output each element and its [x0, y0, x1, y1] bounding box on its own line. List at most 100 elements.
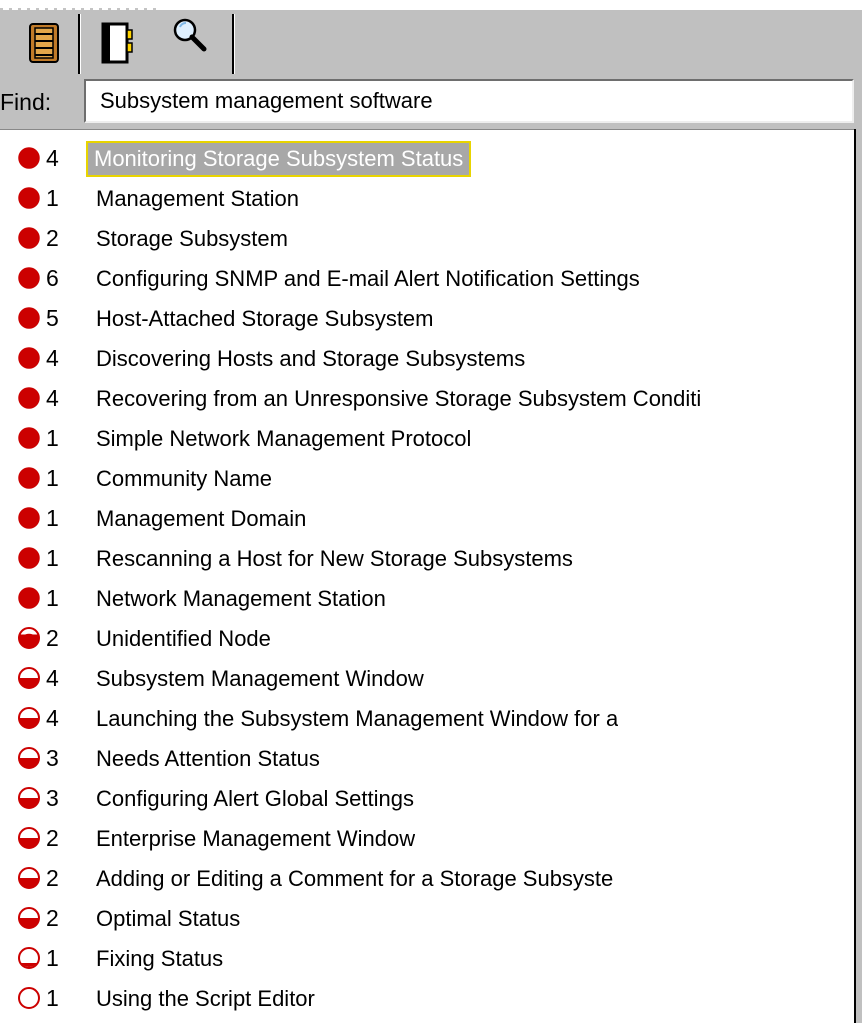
magnifier-icon [173, 18, 207, 51]
result-count: 1 [46, 545, 59, 571]
full-relevance-icon [18, 507, 40, 529]
toolbar-separator [78, 14, 80, 74]
result-title: Enterprise Management Window [96, 826, 416, 851]
full-relevance-icon [18, 347, 40, 369]
result-title: Host-Attached Storage Subsystem [96, 306, 434, 331]
result-count: 2 [46, 625, 59, 651]
search-results-list: 4 Monitoring Storage Subsystem Status 1 Man… [0, 129, 856, 1024]
result-title: Network Management Station [96, 586, 386, 611]
result-item[interactable]: 1 Simple Network Management Protocol [0, 418, 856, 458]
result-count: 1 [46, 985, 59, 1011]
find-row: Find: Subsystem management software [0, 75, 862, 129]
result-count: 1 [46, 465, 59, 491]
result-title: Needs Attention Status [96, 746, 320, 771]
result-item[interactable]: 2 Adding or Editing a Comment for a Stora… [0, 858, 856, 898]
half-relevance-icon [18, 707, 40, 729]
result-item[interactable]: 4 Launching the Subsystem Management Wind… [0, 698, 856, 738]
result-item[interactable]: 1 Management Station [0, 178, 856, 218]
result-title: Unidentified Node [96, 626, 271, 651]
result-count: 5 [46, 305, 59, 331]
result-item[interactable]: 1 Network Management Station [0, 578, 856, 618]
result-title: Subsystem Management Window [96, 666, 424, 691]
toolbar [0, 10, 862, 75]
toolbar-separator [232, 14, 234, 74]
full-relevance-icon [18, 467, 40, 489]
result-title: Management Domain [96, 506, 307, 531]
full-relevance-icon [18, 267, 40, 289]
find-label: Find: [0, 89, 52, 115]
result-item[interactable]: 4 Monitoring Storage Subsystem Status [0, 138, 856, 178]
full-relevance-icon [18, 547, 40, 569]
result-count: 4 [46, 665, 59, 691]
result-item[interactable]: 4 Discovering Hosts and Storage Subsystem… [0, 338, 856, 378]
result-item[interactable]: 1 Rescanning a Host for New Storage Subsy… [0, 538, 856, 578]
full-relevance-icon [18, 307, 40, 329]
result-title: Management Station [96, 186, 300, 211]
result-count: 3 [46, 785, 59, 811]
result-item[interactable]: 3 Needs Attention Status [0, 738, 856, 778]
result-count: 1 [46, 585, 59, 611]
result-item[interactable]: 1 Community Name [0, 458, 856, 498]
result-item[interactable]: 2 Storage Subsystem [0, 218, 856, 258]
book-icon [29, 22, 59, 63]
half-relevance-icon [18, 667, 40, 689]
result-title: Rescanning a Host for New Storage Subsys… [96, 546, 573, 571]
low-relevance-icon [18, 947, 40, 969]
result-item[interactable]: 2 Optimal Status [0, 898, 856, 938]
result-count: 4 [46, 345, 59, 371]
result-title: Monitoring Storage Subsystem Status [86, 141, 472, 177]
result-title: Fixing Status [96, 946, 224, 971]
result-title: Adding or Editing a Comment for a Storag… [96, 866, 614, 891]
vertical-scrollbar[interactable] [854, 129, 862, 1023]
result-count: 2 [46, 865, 59, 891]
result-item[interactable]: 2 Unidentified Node [0, 618, 856, 658]
result-count: 6 [46, 265, 59, 291]
result-title: Configuring Alert Global Settings [96, 786, 414, 811]
find-input[interactable]: Subsystem management software [84, 79, 854, 123]
result-count: 2 [46, 225, 59, 251]
result-item[interactable]: 3 Configuring Alert Global Settings [0, 778, 856, 818]
index-tab-button[interactable] [86, 10, 146, 75]
result-count: 1 [46, 425, 59, 451]
empty-relevance-icon [18, 987, 40, 1009]
result-title: Storage Subsystem [96, 226, 288, 251]
result-count: 4 [46, 145, 59, 171]
result-title: Using the Script Editor [96, 986, 315, 1011]
result-title: Configuring SNMP and E-mail Alert Notifi… [96, 266, 640, 291]
result-item[interactable]: 1 Fixing Status [0, 938, 856, 978]
notebook-icon [101, 22, 133, 63]
result-title: Launching the Subsystem Management Windo… [96, 706, 619, 731]
search-tab-button[interactable] [160, 2, 220, 67]
half-relevance-icon [18, 747, 40, 769]
result-item[interactable]: 5 Host-Attached Storage Subsystem [0, 298, 856, 338]
result-count: 3 [46, 745, 59, 771]
result-item[interactable]: 6 Configuring SNMP and E-mail Alert Notif… [0, 258, 856, 298]
full-relevance-icon [18, 587, 40, 609]
result-item[interactable]: 2 Enterprise Management Window [0, 818, 856, 858]
result-count: 2 [46, 825, 59, 851]
result-item[interactable]: 1 Using the Script Editor [0, 978, 856, 1018]
contents-tab-button[interactable] [14, 10, 74, 75]
full-relevance-icon [18, 147, 40, 169]
full-relevance-icon [18, 427, 40, 449]
result-title: Recovering from an Unresponsive Storage … [96, 386, 702, 411]
result-title: Optimal Status [96, 906, 241, 931]
result-count: 1 [46, 185, 59, 211]
high-relevance-icon [18, 627, 40, 649]
result-item[interactable]: 4 Subsystem Management Window [0, 658, 856, 698]
result-item[interactable]: 4 Recovering from an Unresponsive Storage… [0, 378, 856, 418]
result-count: 4 [46, 705, 59, 731]
result-title: Discovering Hosts and Storage Subsystems [96, 346, 526, 371]
half-relevance-icon [18, 827, 40, 849]
result-count: 2 [46, 905, 59, 931]
top-strip [0, 0, 862, 10]
full-relevance-icon [18, 227, 40, 249]
result-count: 1 [46, 505, 59, 531]
result-count: 1 [46, 945, 59, 971]
half-relevance-icon [18, 867, 40, 889]
result-item[interactable]: 1 Management Domain [0, 498, 856, 538]
half-relevance-icon [18, 787, 40, 809]
half-relevance-icon [18, 907, 40, 929]
result-title: Simple Network Management Protocol [96, 426, 472, 451]
full-relevance-icon [18, 387, 40, 409]
